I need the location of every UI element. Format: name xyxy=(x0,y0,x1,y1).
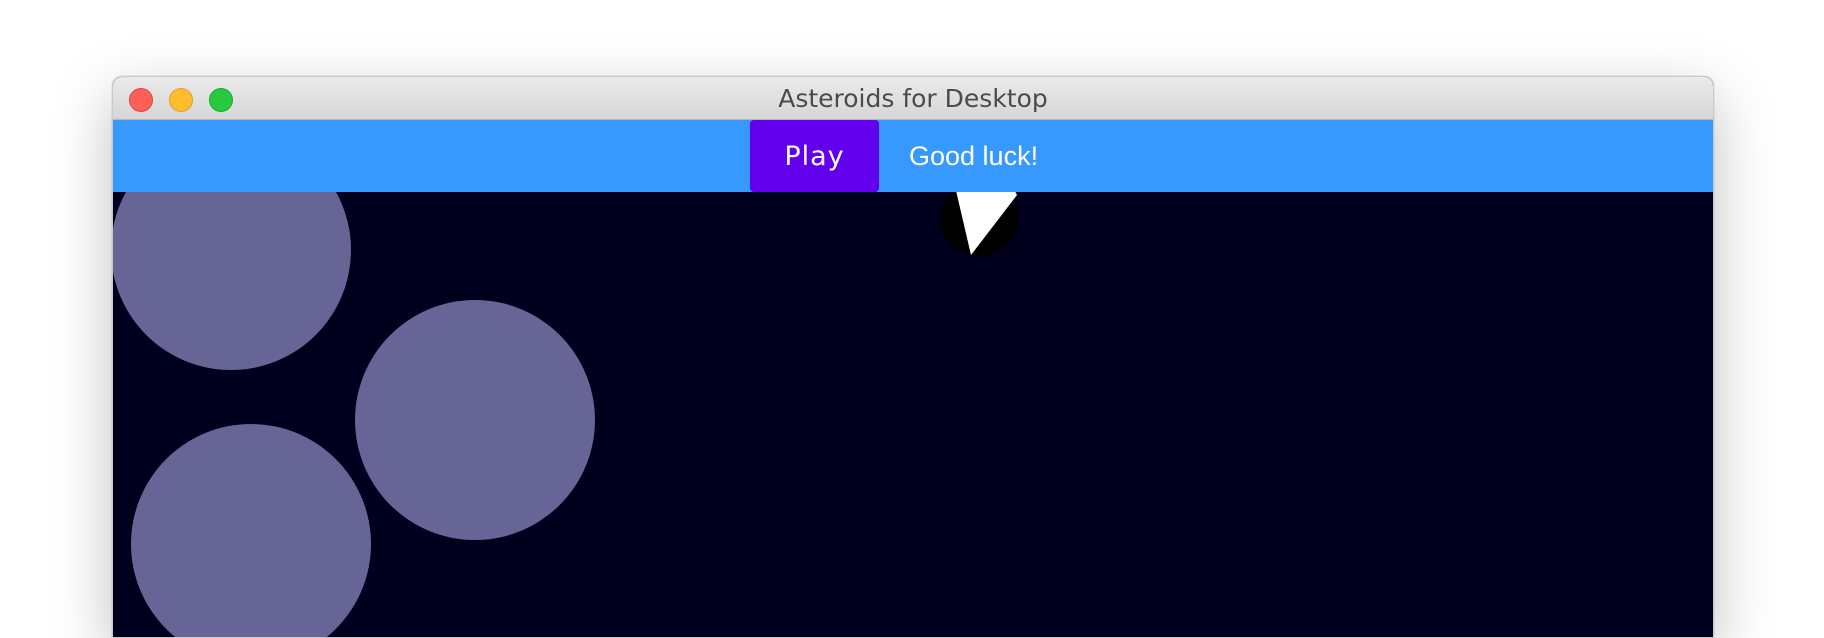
game-toolbar: Play Good luck! xyxy=(113,120,1713,192)
game-field xyxy=(113,192,1018,637)
asteroid xyxy=(355,300,595,540)
asteroid xyxy=(131,424,371,637)
app-window: Asteroids for Desktop Play Good luck! xyxy=(112,76,1714,638)
title-bar[interactable]: Asteroids for Desktop xyxy=(113,77,1713,120)
game-canvas[interactable] xyxy=(113,192,1713,637)
asteroid xyxy=(113,192,351,370)
status-message: Good luck! xyxy=(909,141,1039,171)
window-title: Asteroids for Desktop xyxy=(778,84,1048,113)
play-button[interactable]: Play xyxy=(750,120,879,192)
